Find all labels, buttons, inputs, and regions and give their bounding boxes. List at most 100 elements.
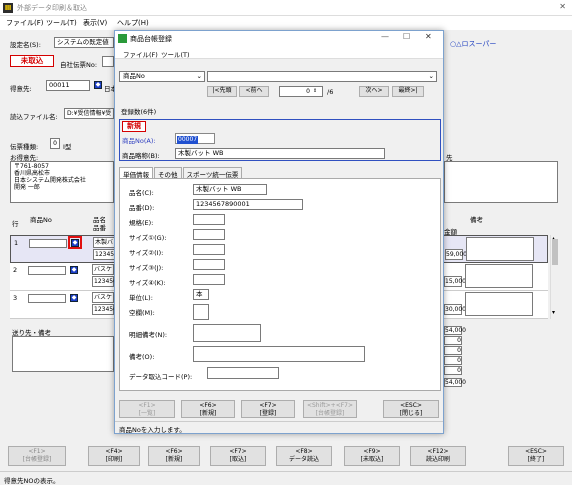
product-code-input[interactable]: 1234567890001 <box>193 199 303 210</box>
product-no-field-label: 商品No(A): <box>122 137 156 145</box>
product-code-cell[interactable]: 123456 <box>93 249 118 260</box>
col-product-no-header: 商品No <box>30 216 52 224</box>
dialog-f6-new-button[interactable]: <F6> [新規] <box>181 400 235 418</box>
blank-input[interactable] <box>193 304 209 320</box>
dialog-f1-list-button[interactable]: <F1> [一覧] <box>119 400 175 418</box>
amount-cell[interactable]: 15,000 <box>444 276 466 287</box>
customer-address-box: 〒761-8057 香川県高松市 日本システム開発株式会社 開発 一郎 <box>10 161 114 203</box>
close-icon[interactable]: ✕ <box>559 2 566 11</box>
product-no-input[interactable] <box>28 294 66 303</box>
spinner-icon[interactable]: ⇕ <box>313 88 317 94</box>
menu-file[interactable]: ファイル(F) <box>6 18 44 28</box>
product-no-input[interactable] <box>29 239 67 248</box>
nav-prev-button[interactable]: <前へ <box>239 86 269 97</box>
scroll-thumb[interactable] <box>552 239 558 265</box>
total-cell: 0 <box>444 346 462 355</box>
product-name-cell[interactable]: 木製バ <box>93 237 115 248</box>
fkey-label: [台帳登録] <box>22 456 52 463</box>
remarks-cell[interactable] <box>466 237 534 261</box>
size1-input[interactable] <box>193 229 225 240</box>
product-no-field[interactable]: 00007 <box>175 133 215 144</box>
field-label: データ取込コード(P): <box>129 373 193 381</box>
f7-import-button[interactable]: <F7> [取込] <box>210 446 266 466</box>
size2-input[interactable] <box>193 244 225 255</box>
unit-input[interactable]: 本 <box>193 289 209 300</box>
dialog-shift-f7-button[interactable]: <Shift>+<F7> [台帳登録] <box>303 400 357 418</box>
product-search-icon[interactable]: ◆ <box>70 294 78 302</box>
f9-not-imported-button[interactable]: <F9> [未取込] <box>344 446 400 466</box>
detail-remarks-input[interactable] <box>193 324 261 342</box>
nav-first-button[interactable]: |<先頭 <box>207 86 237 97</box>
dialog-app-icon <box>118 34 127 43</box>
esc-exit-button[interactable]: <ESC> [終了] <box>508 446 564 466</box>
f1-ledger-button[interactable]: <F1> [台帳登録] <box>8 446 66 466</box>
read-file-input[interactable]: D:¥受信情報¥受 <box>64 108 114 119</box>
product-name-input[interactable]: 木製バット WB <box>193 184 267 195</box>
amount-cell[interactable]: 30,000 <box>444 304 466 315</box>
menu-help[interactable]: ヘルプ(H) <box>117 18 149 28</box>
ship-to-box[interactable] <box>12 336 114 372</box>
row-number: 2 <box>13 266 18 274</box>
amount-cell[interactable]: 59,000 <box>445 249 467 260</box>
product-no-field-value: 00007 <box>177 136 199 144</box>
product-no-input[interactable] <box>28 266 66 275</box>
size3-input[interactable] <box>193 259 225 270</box>
scroll-down-icon[interactable]: ▾ <box>552 309 555 316</box>
settings-select[interactable]: システムの既定値 <box>54 37 114 48</box>
field-label: 品番(D): <box>129 204 155 212</box>
product-code-cell[interactable]: 123456 <box>92 276 117 287</box>
f4-print-button[interactable]: <F4> [印刷] <box>88 446 140 466</box>
field-label: 規格(E): <box>129 219 154 227</box>
product-short-input[interactable]: 木製バット WB <box>175 148 385 159</box>
status-bar: 得意先NOの表示。 <box>0 471 572 485</box>
status-text: 得意先NOの表示。 <box>4 477 60 485</box>
table-scrollbar[interactable]: ▴ ▾ <box>550 235 559 319</box>
fkey-key: <F12> <box>427 448 449 455</box>
dialog-titlebar: 商品台帳登録 — ☐ ✕ <box>115 31 443 46</box>
remarks-input[interactable] <box>193 346 365 362</box>
f8-read-data-button[interactable]: <F8> データ読込 <box>276 446 332 466</box>
spec-input[interactable] <box>193 214 225 225</box>
dialog-menu-file[interactable]: ファイル(F) <box>123 49 158 59</box>
fkey-label: データ読込 <box>288 456 319 463</box>
nav-next-button[interactable]: 次へ> <box>359 86 389 97</box>
window-title: 外部データ印刷＆取込 <box>17 4 87 12</box>
total-cell: 54,000 <box>444 326 466 335</box>
fkey-label: [登録] <box>259 410 277 417</box>
product-name-cell[interactable]: バスケ <box>92 264 114 275</box>
dialog-menubar: ファイル(F) ツール(T) <box>115 46 443 59</box>
main-menubar: ファイル(F) ツール(T) 表示(V) ヘルプ(H) <box>0 16 572 30</box>
maximize-icon[interactable]: ☐ <box>403 32 410 41</box>
product-no-search-input[interactable]: ⌄ <box>207 71 437 82</box>
customer-code-input[interactable]: 00011 <box>46 80 90 91</box>
nav-last-button[interactable]: 最終>| <box>392 86 424 97</box>
product-code-cell[interactable]: 123456 <box>92 304 117 315</box>
total-cell: 0 <box>444 366 462 375</box>
remarks-cell[interactable] <box>465 264 533 288</box>
menu-view[interactable]: 表示(V) <box>83 18 107 28</box>
import-code-input[interactable] <box>207 367 279 379</box>
slip-no-input[interactable] <box>102 56 114 67</box>
col-product-code-header: 品番 <box>93 224 106 232</box>
product-search-icon[interactable]: ◆ <box>70 266 78 274</box>
col-remarks-header: 備考 <box>470 216 483 224</box>
f6-new-button[interactable]: <F6> [新規] <box>148 446 200 466</box>
dialog-menu-tools[interactable]: ツール(T) <box>161 49 190 59</box>
dialog-f7-register-button[interactable]: <F7> [登録] <box>241 400 295 418</box>
product-no-select[interactable]: 商品No ⌄ <box>119 71 205 82</box>
f12-read-print-button[interactable]: <F12> 読込印刷 <box>410 446 466 466</box>
fkey-label: [未取込] <box>360 456 384 463</box>
dialog-esc-close-button[interactable]: <ESC> [閉じる] <box>383 400 439 418</box>
minimize-icon[interactable]: — <box>381 32 389 41</box>
product-name-cell[interactable]: バスケ <box>92 292 114 303</box>
field-label: 明細備考(N): <box>129 331 168 339</box>
size4-input[interactable] <box>193 274 225 285</box>
customer-search-icon[interactable]: ◆ <box>94 81 102 89</box>
row-number: 3 <box>13 294 18 302</box>
field-label: サイズ①(G): <box>129 234 167 242</box>
slip-type-input[interactable]: 0 <box>50 138 60 149</box>
menu-tools[interactable]: ツール(T) <box>46 18 77 28</box>
product-search-icon[interactable]: ◆ <box>71 239 79 247</box>
close-icon[interactable]: ✕ <box>425 32 432 41</box>
remarks-cell[interactable] <box>465 292 533 316</box>
